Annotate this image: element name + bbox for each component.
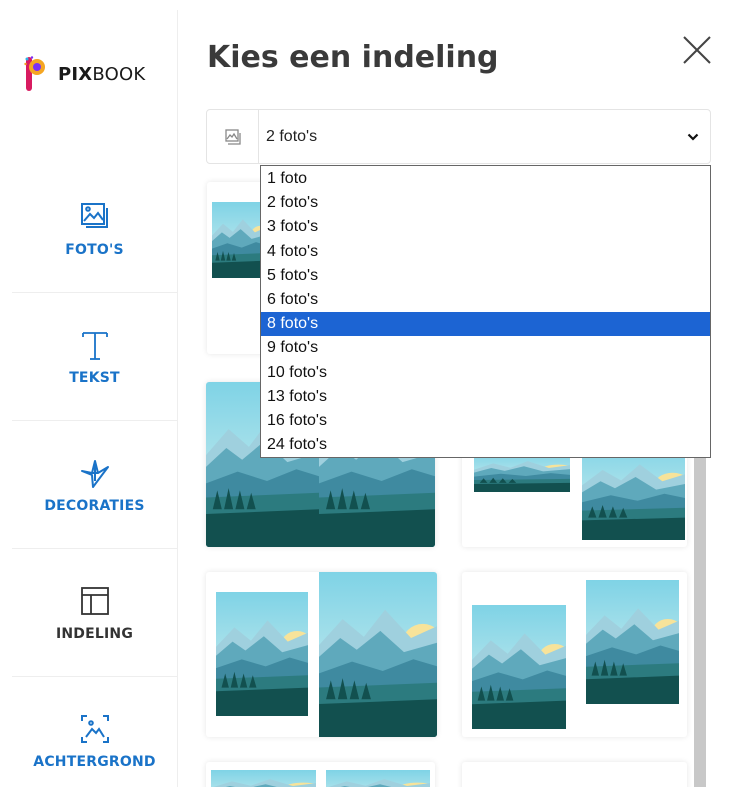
- layout-card[interactable]: [462, 762, 687, 787]
- select-value: 2 foto's: [266, 127, 318, 145]
- landscape-placeholder: [326, 770, 430, 787]
- layout-icon: [78, 584, 112, 618]
- sidebar-item-indeling[interactable]: INDELING: [12, 549, 177, 677]
- pixbook-logo[interactable]: PIXBOOK: [24, 54, 145, 94]
- photo-icon: [78, 200, 112, 234]
- dropdown-option[interactable]: 3 foto's: [261, 215, 710, 239]
- photo-count-dropdown: 1 foto 2 foto's 3 foto's 4 foto's 5 foto…: [260, 165, 711, 458]
- landscape-placeholder: [212, 202, 267, 278]
- landscape-placeholder: [474, 452, 570, 492]
- landscape-placeholder: [216, 592, 308, 716]
- sidebar-item-achtergrond[interactable]: ACHTERGROND: [12, 677, 177, 787]
- panel-title: Kies een indeling: [207, 40, 499, 75]
- dropdown-option[interactable]: 1 foto: [261, 167, 710, 191]
- sidebar-nav: FOTO'S TEKST DECORATIES INDELING ACHTERG…: [12, 165, 177, 787]
- landscape-placeholder: [319, 572, 437, 737]
- sidebar: PIXBOOK FOTO'S TEKST DECORATIES INDELING…: [12, 10, 178, 787]
- layout-card[interactable]: [462, 572, 687, 737]
- pixbook-logo-icon: [24, 56, 45, 91]
- origami-bird-icon: [78, 456, 112, 490]
- chevron-down-icon: [676, 110, 710, 163]
- photos-icon: [207, 110, 259, 163]
- photo-count-select[interactable]: 2 foto's: [206, 109, 711, 164]
- close-button[interactable]: [680, 33, 714, 67]
- sidebar-item-tekst[interactable]: TEKST: [12, 293, 177, 421]
- text-icon: [78, 328, 112, 362]
- dropdown-option[interactable]: 16 foto's: [261, 409, 710, 433]
- dropdown-option[interactable]: 5 foto's: [261, 264, 710, 288]
- dropdown-option[interactable]: 24 foto's: [261, 433, 710, 457]
- logo-text: PIXBOOK: [58, 63, 146, 85]
- landscape-placeholder: [472, 605, 566, 729]
- dropdown-option[interactable]: 9 foto's: [261, 336, 710, 360]
- dropdown-option-highlighted[interactable]: 8 foto's: [261, 312, 710, 337]
- sidebar-item-label: TEKST: [69, 369, 120, 386]
- sidebar-item-label: DECORATIES: [44, 497, 145, 514]
- background-image-icon: [78, 712, 112, 746]
- dropdown-option[interactable]: 10 foto's: [261, 361, 710, 385]
- landscape-placeholder: [586, 580, 679, 704]
- layout-card[interactable]: [207, 182, 267, 354]
- close-icon: [683, 36, 711, 64]
- landscape-placeholder: [211, 770, 316, 787]
- layout-card[interactable]: [206, 572, 437, 737]
- dropdown-option[interactable]: 6 foto's: [261, 288, 710, 312]
- sidebar-item-decoraties[interactable]: DECORATIES: [12, 421, 177, 549]
- sidebar-item-label: FOTO'S: [65, 241, 124, 258]
- dropdown-option[interactable]: 4 foto's: [261, 240, 710, 264]
- dropdown-option[interactable]: 2 foto's: [261, 191, 710, 215]
- sidebar-item-label: INDELING: [55, 625, 134, 642]
- scrollbar[interactable]: [694, 458, 706, 787]
- dropdown-option[interactable]: 13 foto's: [261, 385, 710, 409]
- layout-card[interactable]: [206, 762, 435, 787]
- sidebar-item-fotos[interactable]: FOTO'S: [12, 165, 177, 293]
- sidebar-item-label: ACHTERGROND: [33, 754, 156, 770]
